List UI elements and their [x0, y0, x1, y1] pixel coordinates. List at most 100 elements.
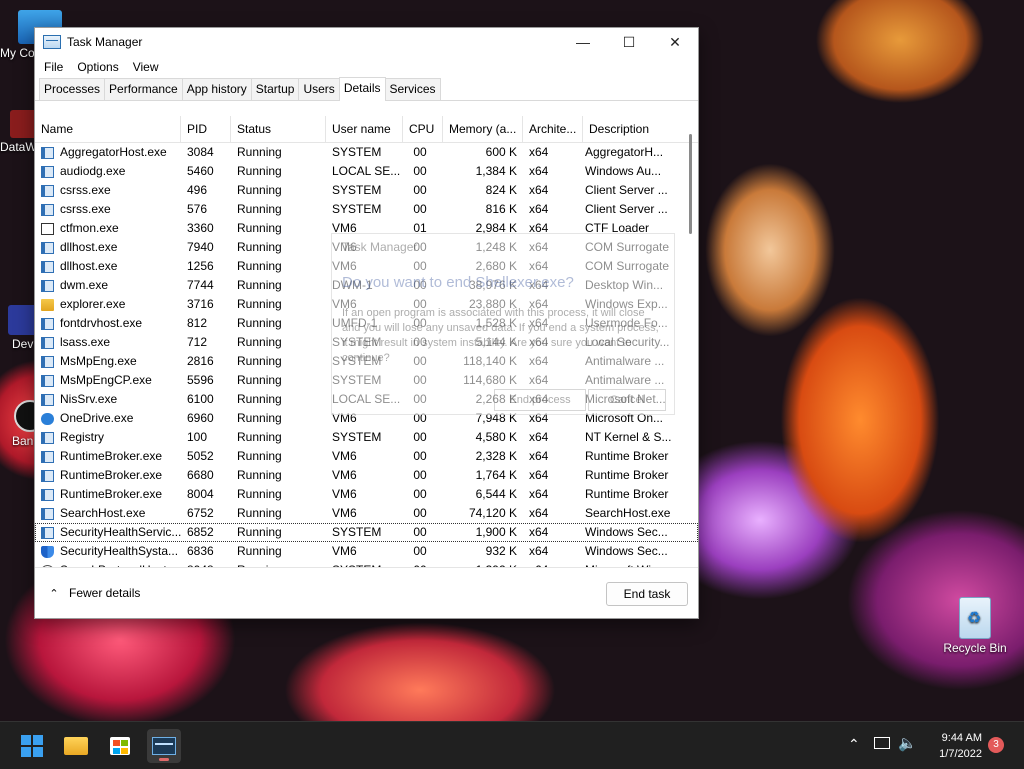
status-cell: Running	[237, 392, 282, 406]
network-icon[interactable]	[874, 737, 890, 749]
process-name-cell: OneDrive.exe	[35, 409, 181, 428]
app-icon	[41, 241, 54, 254]
column-header-pid[interactable]: PID	[181, 116, 231, 142]
column-header-architecture[interactable]: Archite...	[523, 116, 583, 142]
architecture-cell: x64	[529, 430, 549, 444]
minimize-button[interactable]: —	[560, 28, 606, 56]
fewer-details-toggle[interactable]: ⌃ Fewer details	[47, 586, 140, 600]
pid-cell: 5460	[187, 164, 214, 178]
tab-startup[interactable]: Startup	[250, 78, 300, 100]
chevron-up-icon: ⌃	[49, 587, 59, 600]
status-cell: Running	[237, 506, 282, 520]
description-cell: Windows Sec...	[585, 525, 668, 539]
cpu-cell: 00	[413, 202, 427, 216]
process-name-cell: ctfmon.exe	[35, 219, 181, 238]
status-cell: Running	[237, 297, 282, 311]
cancel-button[interactable]: Cancel	[588, 389, 666, 411]
memory-cell: 1,384 K	[475, 164, 517, 178]
process-name: AggregatorHost.exe	[60, 145, 167, 159]
process-name-cell: AggregatorHost.exe	[35, 143, 181, 162]
description-cell: SearchHost.exe	[585, 506, 671, 520]
tab-app-history[interactable]: App history	[181, 78, 252, 100]
status-cell: Running	[237, 525, 282, 539]
vertical-scrollbar[interactable]	[689, 134, 692, 234]
table-row[interactable]: SearchHost.exe 6752 Running VM6 00 74,120 K x6…	[35, 504, 698, 523]
architecture-cell: x64	[529, 506, 549, 520]
table-row[interactable]: SecurityHealthSysta... 6836 Running VM6 00 93…	[35, 542, 698, 561]
table-row[interactable]: Registry 100 Running SYSTEM 00 4,580 K x64 NT K…	[35, 428, 698, 447]
task-manager-taskbar-button[interactable]	[147, 729, 181, 763]
menu-file[interactable]: File	[37, 60, 70, 74]
pid-cell: 7940	[187, 240, 214, 254]
description-cell: AggregatorH...	[585, 145, 664, 159]
column-header-name[interactable]: Name	[35, 116, 181, 142]
column-header-description[interactable]: Description	[583, 116, 677, 142]
window-title: Task Manager	[67, 35, 143, 49]
table-row[interactable]: audiodg.exe 5460 Running LOCAL SE... 00 1,384…	[35, 162, 698, 181]
tab-services[interactable]: Services	[384, 78, 441, 100]
process-name: NisSrv.exe	[60, 392, 118, 406]
pid-cell: 3084	[187, 145, 214, 159]
process-name-cell: explorer.exe	[35, 295, 181, 314]
pid-cell: 712	[187, 335, 208, 349]
menu-options[interactable]: Options	[70, 60, 125, 74]
end-process-button[interactable]: End process	[494, 389, 586, 411]
task-manager-icon	[43, 35, 61, 49]
tab-processes[interactable]: Processes	[39, 78, 106, 100]
column-header-status[interactable]: Status	[231, 116, 326, 142]
process-name-cell: MsMpEngCP.exe	[35, 371, 181, 390]
column-header-memory[interactable]: Memory (a...	[443, 116, 523, 142]
process-name: explorer.exe	[60, 297, 126, 311]
pid-cell: 100	[187, 430, 208, 444]
app-icon	[41, 374, 54, 387]
app-icon	[41, 336, 54, 349]
column-header-cpu[interactable]: CPU	[403, 116, 443, 142]
cpu-cell: 00	[413, 525, 427, 539]
show-hidden-icons-chevron-icon[interactable]: ⌃	[848, 736, 860, 753]
table-row[interactable]: csrss.exe 576 Running SYSTEM 00 816 K x64 Clien…	[35, 200, 698, 219]
file-explorer-button[interactable]	[59, 729, 93, 763]
column-header-user-name[interactable]: User name	[326, 116, 403, 142]
process-name-cell: MsMpEng.exe	[35, 352, 181, 371]
pid-cell: 2816	[187, 354, 214, 368]
process-name: fontdrvhost.exe	[60, 316, 143, 330]
task-manager-window: Task Manager — ☐ ✕ File Options View Pro…	[34, 27, 699, 619]
app-icon	[41, 165, 54, 178]
store-button[interactable]	[103, 729, 137, 763]
close-button[interactable]: ✕	[652, 28, 698, 56]
pen-icon	[41, 222, 54, 235]
desktop-icon-recycle-bin[interactable]: ♻ Recycle Bin	[940, 597, 1010, 655]
end-task-button[interactable]: End task	[606, 582, 688, 606]
pid-cell: 3360	[187, 221, 214, 235]
volume-icon[interactable]: 🔈	[898, 734, 917, 752]
pid-cell: 5596	[187, 373, 214, 387]
process-name: ctfmon.exe	[60, 221, 119, 235]
dialog-heading: Do you want to end Shellexer.exe?	[342, 274, 574, 291]
maximize-button[interactable]: ☐	[606, 28, 652, 56]
table-row[interactable]: RuntimeBroker.exe 5052 Running VM6 00 2,328 K…	[35, 447, 698, 466]
notification-badge[interactable]: 3	[988, 737, 1004, 753]
table-row[interactable]: csrss.exe 496 Running SYSTEM 00 824 K x64 Clien…	[35, 181, 698, 200]
start-button[interactable]	[15, 729, 49, 763]
tab-details[interactable]: Details	[338, 77, 386, 101]
status-cell: Running	[237, 145, 282, 159]
title-bar[interactable]: Task Manager — ☐ ✕	[35, 28, 698, 56]
table-row[interactable]: AggregatorHost.exe 3084 Running SYSTEM 00 600…	[35, 143, 698, 162]
status-cell: Running	[237, 411, 282, 425]
app-icon	[41, 488, 54, 501]
tab-users[interactable]: Users	[298, 78, 340, 100]
table-row[interactable]: SecurityHealthServic... 6852 Running SYSTEM…	[35, 523, 698, 542]
process-name-cell: Registry	[35, 428, 181, 447]
table-row[interactable]: RuntimeBroker.exe 6680 Running VM6 00 1,764 K…	[35, 466, 698, 485]
process-name-cell: NisSrv.exe	[35, 390, 181, 409]
user-name-cell: VM6	[332, 487, 357, 501]
system-clock[interactable]: 9:44 AM 1/7/2022	[939, 730, 982, 762]
description-cell: Windows Au...	[585, 164, 662, 178]
status-cell: Running	[237, 430, 282, 444]
table-row[interactable]: RuntimeBroker.exe 8004 Running VM6 00 6,544 K…	[35, 485, 698, 504]
memory-cell: 4,580 K	[475, 430, 517, 444]
menu-view[interactable]: View	[126, 60, 166, 74]
status-cell: Running	[237, 259, 282, 273]
tab-performance[interactable]: Performance	[104, 78, 183, 100]
memory-cell: 816 K	[485, 202, 517, 216]
